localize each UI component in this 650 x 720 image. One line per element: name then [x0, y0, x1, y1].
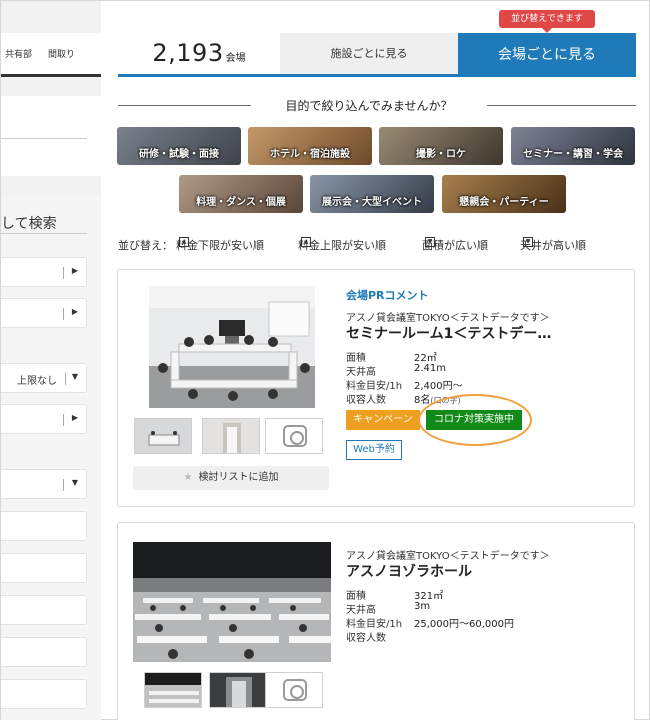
filter-select-9[interactable] [1, 679, 87, 709]
venue-facility-name[interactable]: アスノ貸会議室TOKYO＜テストデータです＞ [346, 547, 550, 562]
spec-label-area: 面積 [346, 591, 366, 602]
category-label: セミナー・講習・学会 [523, 149, 623, 160]
spec-area: 321㎡ [414, 591, 444, 602]
category-party[interactable]: 懇親会・パーティー [442, 175, 566, 213]
spec-label-capacity: 収容人数 [346, 633, 386, 644]
sort-asc-icon: ▲ [179, 237, 189, 247]
category-filming[interactable]: 撮影・ロケ [379, 127, 503, 165]
chevron-right-icon: ▶ [71, 413, 78, 422]
sidebar-tab-common[interactable]: 共有部 [1, 47, 32, 60]
category-label: 研修・試験・面接 [139, 149, 219, 160]
sidebar-search-heading: して検索 [1, 216, 57, 232]
max-price-value: 上限なし [17, 376, 57, 387]
venue-photo[interactable] [133, 542, 331, 662]
sort-prefix: 並び替え： [118, 239, 173, 252]
filter-select-6[interactable] [1, 553, 87, 583]
chevron-down-icon: ▼ [71, 372, 78, 381]
category-exhibition[interactable]: 展示会・大型イベント [310, 175, 434, 213]
purpose-title: 目的で絞り込んでみませんか？ [251, 97, 487, 114]
chevron-right-icon: ▶ [71, 307, 78, 316]
sort-asc-icon: ▲ [301, 237, 311, 247]
venue-thumbnail[interactable] [134, 418, 192, 454]
sort-desc-icon: ▼ [425, 237, 435, 247]
category-seminar[interactable]: セミナー・講習・学会 [511, 127, 635, 165]
sort-desc-icon: ▼ [523, 237, 533, 247]
sidebar-tab-layout[interactable]: 間取り [44, 47, 75, 60]
category-label: ホテル・宿泊施設 [270, 149, 350, 160]
filter-select-5[interactable] [1, 511, 87, 541]
sidebar-tabs: 共有部 間取り [1, 33, 101, 77]
campaign-tag: キャンペーン [346, 410, 420, 430]
instagram-thumbnail[interactable] [265, 672, 323, 708]
venue-thumbnail[interactable] [209, 672, 267, 708]
venue-pr-link[interactable]: 会場PRコメント [346, 287, 429, 303]
chevron-down-icon: ▼ [71, 478, 78, 487]
result-count: 2,193 会場 [118, 33, 280, 77]
spec-ceiling: 3m [414, 601, 431, 612]
filter-select-2[interactable]: ▶ [1, 298, 87, 328]
category-label: 展示会・大型イベント [322, 197, 422, 208]
venue-photo[interactable] [149, 286, 315, 408]
spec-area: 22㎡ [414, 353, 437, 364]
filter-select-3[interactable]: ▶ [1, 404, 87, 434]
sidebar-divider [1, 138, 87, 139]
category-cooking-dance[interactable]: 料理・ダンス・個展 [179, 175, 303, 213]
sortable-badge: 並び替えできます [499, 10, 595, 33]
star-icon: ★ [183, 472, 193, 483]
web-reserve-button[interactable]: Web予約 [346, 440, 402, 460]
venue-thumbnail[interactable] [144, 672, 202, 708]
result-count-number: 2,193 [152, 39, 224, 67]
venue-title[interactable]: セミナールーム1＜テストデー… [346, 323, 551, 343]
category-training[interactable]: 研修・試験・面接 [117, 127, 241, 165]
search-sidebar: 共有部 間取り して検索 ▶ ▶ 上限なし ▼ ▶ ▼ [1, 1, 101, 720]
instagram-thumbnail[interactable] [265, 418, 323, 454]
spec-label-capacity: 収容人数 [346, 395, 386, 406]
filter-select-7[interactable] [1, 595, 87, 625]
spec-label-area: 面積 [346, 353, 366, 364]
filter-select-4[interactable]: ▼ [1, 469, 87, 499]
spec-ceiling: 2.41m [414, 363, 447, 374]
tab-by-facility[interactable]: 施設ごとに見る [280, 33, 458, 77]
category-label: 撮影・ロケ [416, 149, 466, 160]
highlight-circle [418, 394, 532, 446]
result-count-unit: 会場 [225, 53, 246, 64]
category-label: 料理・ダンス・個展 [196, 197, 286, 208]
spec-price: 2,400円〜 [414, 381, 463, 392]
spec-label-price: 料金目安/1h [346, 381, 403, 392]
venue-title[interactable]: アスノヨゾラホール [346, 561, 472, 581]
filter-select-1[interactable]: ▶ [1, 257, 87, 287]
spec-price: 25,000円〜60,000円 [414, 619, 514, 630]
venue-facility-name[interactable]: アスノ貸会議室TOKYO＜テストデータです＞ [346, 309, 550, 324]
camera-icon [283, 425, 307, 447]
venue-thumbnail[interactable] [202, 418, 260, 454]
max-price-select[interactable]: 上限なし ▼ [1, 363, 87, 393]
category-label: 懇親会・パーティー [459, 197, 549, 208]
camera-icon [283, 679, 307, 701]
category-hotel[interactable]: ホテル・宿泊施設 [248, 127, 372, 165]
sort-bar: 並び替え： 料金下限が安い順 ▲ 料金上限が安い順 ▲ 面積が広い順 ▼ 天井が高い順… [118, 237, 586, 252]
chevron-right-icon: ▶ [71, 266, 78, 275]
filter-select-8[interactable] [1, 637, 87, 667]
tab-by-venue[interactable]: 会場ごとに見る [458, 33, 636, 77]
sidebar-panel [1, 96, 101, 176]
spec-label-ceiling: 天井高 [346, 367, 376, 378]
sidebar-divider [1, 233, 87, 234]
add-to-list-button[interactable]: ★ 検討リストに追加 [133, 466, 329, 490]
spec-label-ceiling: 天井高 [346, 605, 376, 616]
spec-label-price: 料金目安/1h [346, 619, 403, 630]
